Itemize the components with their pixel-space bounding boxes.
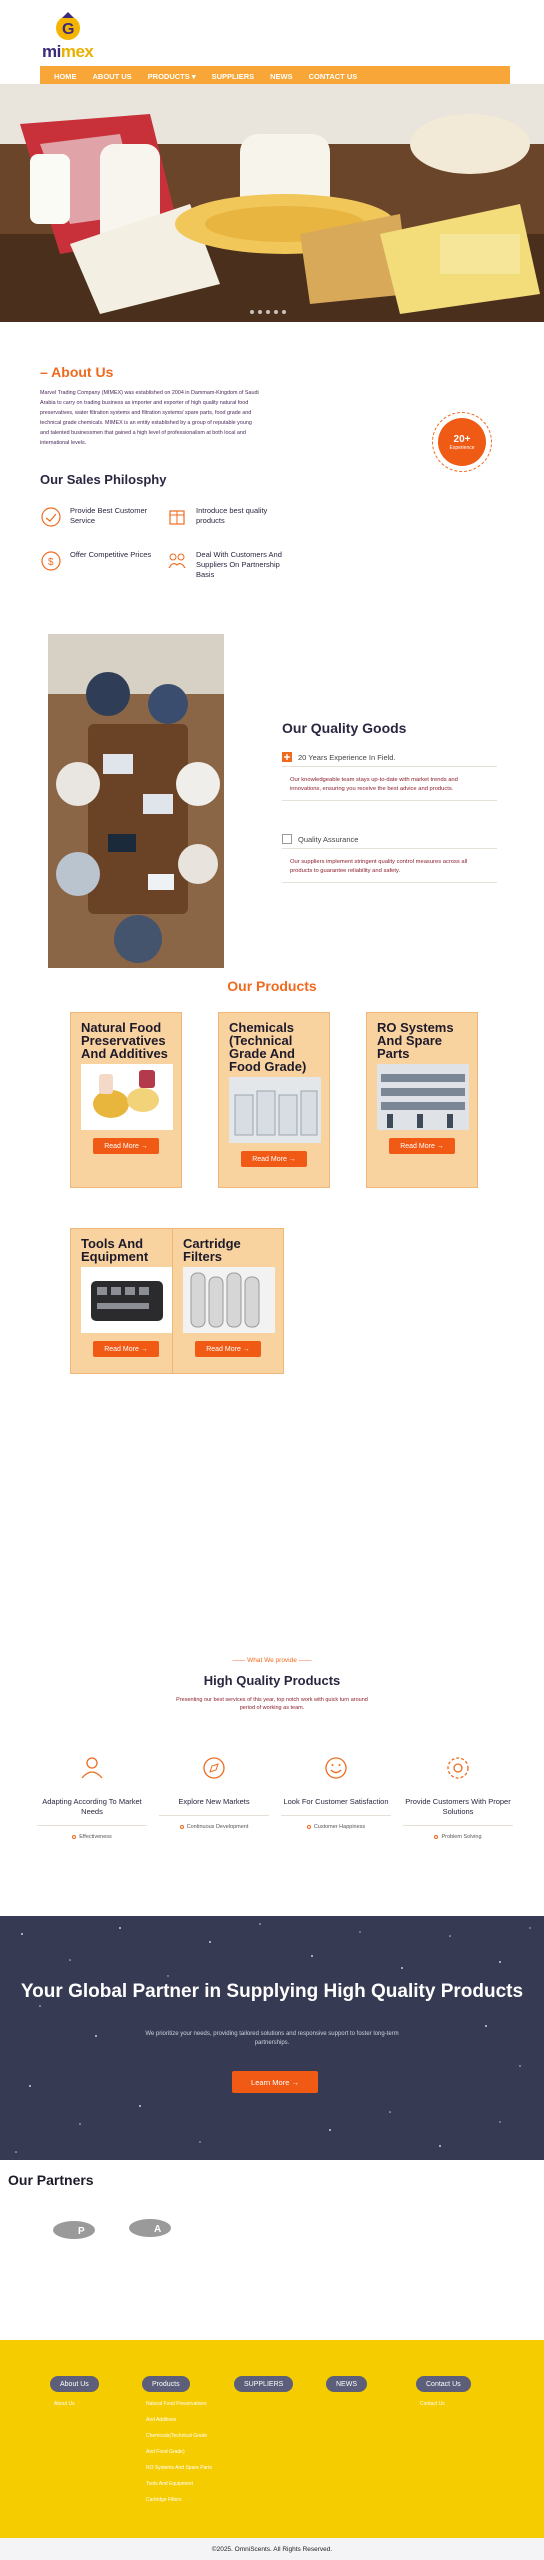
nav-contact-us[interactable]: CONTACT US — [309, 72, 358, 81]
badge-number: 20+ — [453, 433, 471, 445]
product-card-food-preservatives: Natural Food Preservatives And Additives… — [70, 1012, 182, 1188]
partners-title: Our Partners — [8, 2172, 94, 2188]
read-more-button[interactable]: Read More → — [241, 1151, 307, 1167]
experience-badge: 20+ Experience — [432, 412, 492, 472]
provide-item-market-needs: Adapting According To Market Needs Effec… — [32, 1754, 152, 1840]
product-card-title: Natural Food Preservatives And Additives — [81, 1020, 168, 1061]
chevron-down-icon: ▾ — [191, 71, 196, 81]
nav-products[interactable]: PRODUCTS ▾ — [148, 72, 196, 81]
market-icon — [81, 1757, 103, 1779]
minus-square-icon — [282, 834, 292, 844]
svg-text:P: P — [78, 2226, 85, 2237]
quality-item-assurance: Quality Assurance — [282, 834, 358, 844]
price-tag-icon: $ — [41, 551, 61, 571]
footer-link-contact[interactable]: Contact Us — [420, 2396, 445, 2412]
hero-carousel-dots[interactable] — [250, 310, 286, 314]
provide-tag: —— What We provide —— — [232, 1657, 312, 1664]
satisfaction-icon — [325, 1757, 347, 1779]
logo[interactable]: G mimex — [40, 12, 100, 61]
read-more-button[interactable]: Read More → — [389, 1138, 455, 1154]
divider — [282, 800, 497, 801]
solution-gear-icon — [447, 1757, 469, 1779]
logo-wordmark: mimex — [42, 42, 94, 61]
product-card-chemicals: Chemicals (Technical Grade And Food Grad… — [218, 1012, 330, 1188]
badge-label: Experience — [449, 444, 475, 451]
copyright: ©2025. OmniScents. All Rights Reserved. — [211, 2546, 333, 2553]
explore-icon — [203, 1757, 225, 1779]
divider — [282, 848, 497, 849]
nav-about-us[interactable]: ABOUT US — [93, 72, 132, 81]
nav-home[interactable]: HOME — [54, 72, 77, 81]
footer-news-pill[interactable]: NEWS — [326, 2376, 367, 2392]
plus-square-icon — [282, 752, 292, 762]
read-more-button[interactable]: Read More → — [93, 1138, 159, 1154]
quality-item-assurance-desc: Our suppliers implement stringent qualit… — [290, 859, 468, 874]
feature-partnership: Deal With Customers And Suppliers On Par… — [166, 550, 296, 580]
footer-product-link[interactable]: And Food Grade) — [146, 2444, 185, 2460]
product-image — [229, 1077, 321, 1143]
product-card-cartridge-filters: Cartridge Filters Read More → — [172, 1228, 284, 1374]
product-image — [377, 1064, 469, 1130]
footer-link-about[interactable]: About Us — [54, 2396, 75, 2412]
svg-text:G: G — [62, 21, 74, 38]
nav-suppliers[interactable]: SUPPLIERS — [212, 72, 255, 81]
footer-product-link[interactable]: And Additives — [146, 2412, 176, 2428]
footer-product-link[interactable]: RO Systems And Spare Parts — [146, 2460, 212, 2476]
nav-news[interactable]: NEWS — [270, 72, 293, 81]
quality-item-experience-desc: Our knowledgeable team stays up-to-date … — [290, 777, 458, 792]
product-image — [81, 1064, 173, 1130]
read-more-button[interactable]: Read More → — [195, 1341, 261, 1357]
product-image — [81, 1267, 173, 1333]
product-image — [183, 1267, 275, 1333]
team-meeting-image — [48, 634, 224, 968]
product-card-tools: Tools And Equipment Read More → — [70, 1228, 182, 1374]
provide-title: High Quality Products — [203, 1673, 341, 1688]
sales-title: Our Sales Philosphy — [40, 472, 167, 487]
footer-contact-pill[interactable]: Contact Us — [416, 2376, 471, 2392]
partner-logo-2[interactable]: A — [128, 2218, 172, 2238]
footer — [0, 2340, 544, 2538]
read-more-button[interactable]: Read More → — [93, 1341, 159, 1357]
learn-more-button[interactable]: Learn More → — [232, 2071, 318, 2093]
banner-title: Your Global Partner in Supplying High Qu… — [20, 1981, 524, 2002]
provide-item-new-markets: Explore New Markets Continuous Developme… — [154, 1754, 274, 1830]
footer-about-pill[interactable]: About Us — [50, 2376, 99, 2392]
main-navigation: HOME ABOUT US PRODUCTS ▾ SUPPLIERS NEWS … — [40, 66, 510, 86]
product-card-title: Tools And Equipment — [81, 1236, 149, 1264]
provide-item-customer-satisfaction: Look For Customer Satisfaction Customer … — [276, 1754, 396, 1830]
about-title: – About Us — [40, 364, 114, 380]
hero-image — [0, 84, 544, 322]
quality-item-experience: 20 Years Experience In Field. — [282, 752, 396, 762]
svg-text:$: $ — [48, 557, 54, 568]
divider — [282, 766, 497, 767]
provide-item-solutions: Provide Customers With Proper Solutions … — [398, 1754, 518, 1840]
product-card-ro-systems: RO Systems And Spare Parts Read More → — [366, 1012, 478, 1188]
feature-competitive-prices: $ Offer Competitive Prices — [40, 550, 170, 572]
service-icon — [41, 507, 61, 527]
banner-subtitle: We prioritize your needs, providing tail… — [145, 2031, 399, 2046]
product-card-title: Chemicals (Technical Grade And Food Grad… — [229, 1020, 307, 1074]
provide-subtitle: Presenting our best services of this yea… — [176, 1697, 368, 1711]
footer-product-link[interactable]: Natural Food Preservatives — [146, 2396, 207, 2412]
svg-text:A: A — [154, 2224, 161, 2235]
footer-product-link[interactable]: Tools And Equipment — [146, 2476, 193, 2492]
footer-product-link[interactable]: Chemicals(Technical Grade — [146, 2428, 207, 2444]
box-icon — [169, 510, 185, 525]
about-text: Marvel Trading Company (MIMEX) was estab… — [40, 390, 259, 446]
product-card-title: RO Systems And Spare Parts — [377, 1020, 454, 1061]
quality-title: Our Quality Goods — [282, 720, 407, 736]
product-card-title: Cartridge Filters — [183, 1236, 241, 1264]
products-title: Our Products — [227, 978, 317, 994]
divider — [282, 882, 497, 883]
feature-quality-products: Introduce best quality products — [166, 506, 296, 528]
footer-products-pill[interactable]: Products — [142, 2376, 190, 2392]
footer-product-link[interactable]: Cartridge Filters — [146, 2492, 182, 2508]
feature-customer-service: Provide Best Customer Service — [40, 506, 170, 528]
handshake-icon — [168, 553, 186, 569]
partner-logo-1[interactable]: P — [52, 2220, 96, 2240]
logo-emblem-icon: G — [56, 12, 80, 40]
footer-suppliers-pill[interactable]: SUPPLIERS — [234, 2376, 294, 2392]
